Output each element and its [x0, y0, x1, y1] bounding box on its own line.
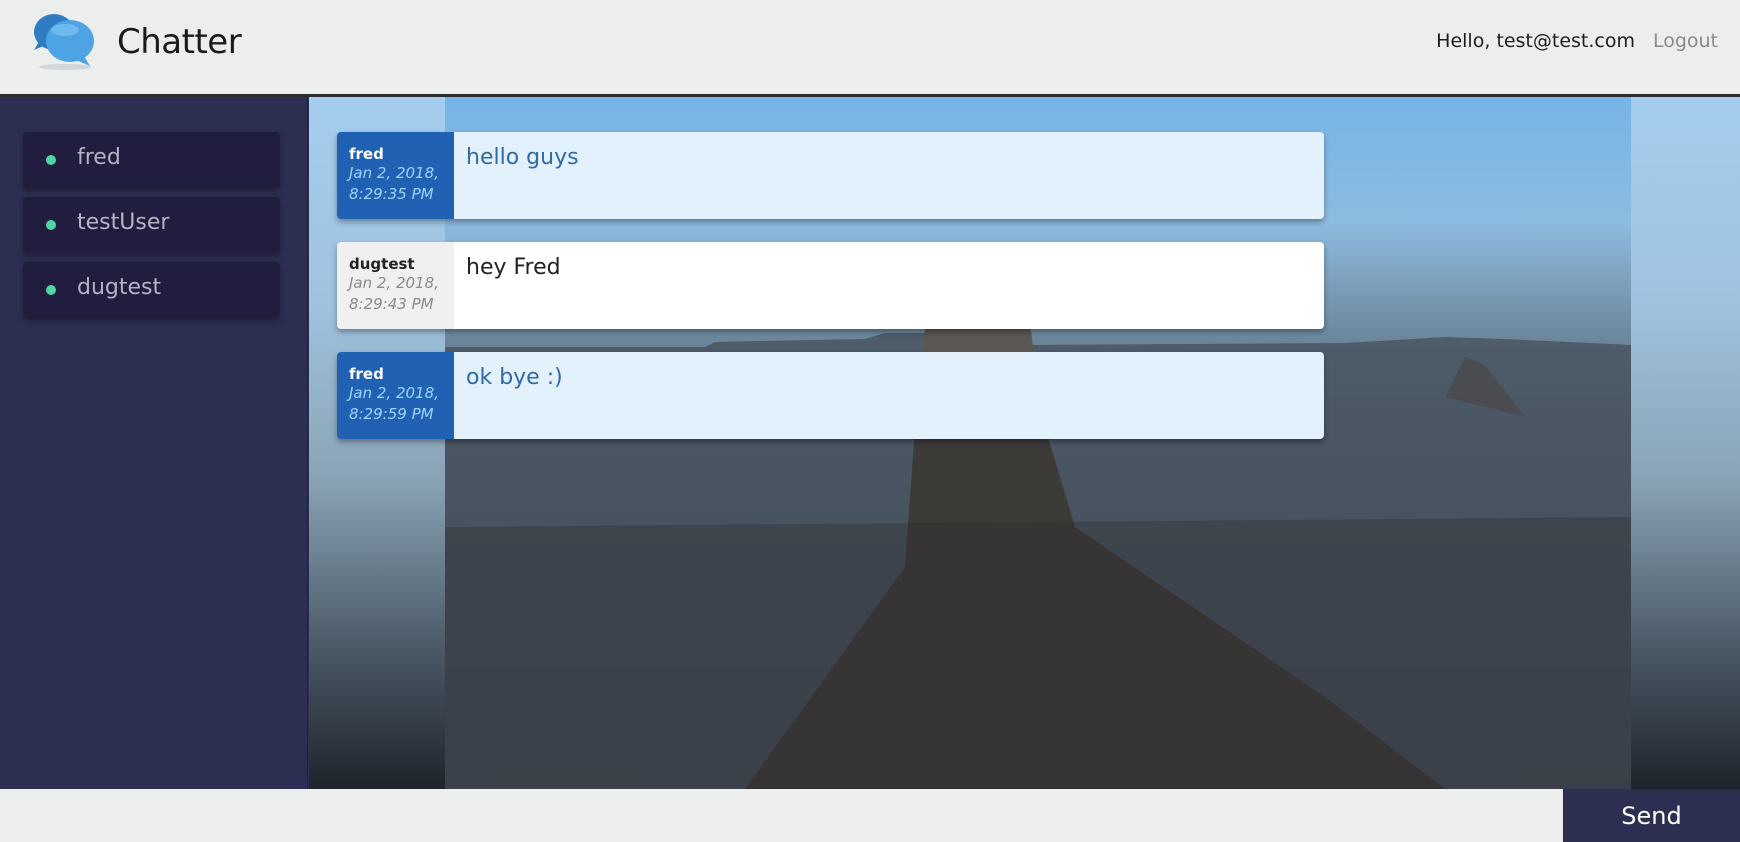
send-button[interactable]: Send [1563, 789, 1740, 842]
chat-bubbles-icon [34, 14, 94, 70]
message-item: dugtest Jan 2, 2018, 8:29:43 PM hey Fred [337, 242, 1324, 329]
message-input[interactable] [0, 789, 1563, 842]
message-text: ok bye :) [454, 352, 1324, 439]
online-status-dot [46, 220, 56, 230]
sidebar-item-label: fred [77, 145, 121, 170]
message-time: 8:29:59 PM [349, 405, 434, 423]
message-date: Jan 2, 2018, [349, 164, 439, 182]
message-author: fred [349, 145, 384, 163]
message-meta: fred Jan 2, 2018, 8:29:59 PM [337, 352, 454, 439]
online-status-dot [46, 155, 56, 165]
sidebar-item-label: testUser [77, 210, 170, 235]
logout-link[interactable]: Logout [1653, 30, 1718, 52]
user-greeting: Hello, test@test.com [1436, 30, 1635, 52]
app-title: Chatter [117, 22, 242, 62]
message-meta: fred Jan 2, 2018, 8:29:35 PM [337, 132, 454, 219]
message-composer: Send [0, 789, 1740, 842]
online-status-dot [46, 285, 56, 295]
message-date: Jan 2, 2018, [349, 384, 439, 402]
online-users-sidebar: fred testUser dugtest [0, 97, 308, 789]
message-item: fred Jan 2, 2018, 8:29:35 PM hello guys [337, 132, 1324, 219]
message-date: Jan 2, 2018, [349, 274, 439, 292]
sidebar-item-label: dugtest [77, 275, 162, 300]
sidebar-item-user[interactable]: dugtest [23, 262, 280, 318]
message-text: hello guys [454, 132, 1324, 219]
message-item: fred Jan 2, 2018, 8:29:59 PM ok bye :) [337, 352, 1324, 439]
sidebar-item-user[interactable]: testUser [23, 197, 280, 253]
message-time: 8:29:35 PM [349, 185, 434, 203]
message-text: hey Fred [454, 242, 1324, 329]
sidebar-item-user[interactable]: fred [23, 132, 280, 188]
message-author: fred [349, 365, 384, 383]
message-meta: dugtest Jan 2, 2018, 8:29:43 PM [337, 242, 454, 329]
message-author: dugtest [349, 255, 415, 273]
message-area[interactable]: fred Jan 2, 2018, 8:29:35 PM hello guys … [309, 97, 1740, 789]
message-time: 8:29:43 PM [349, 295, 434, 313]
app-header: Chatter Hello, test@test.com Logout [0, 0, 1740, 97]
